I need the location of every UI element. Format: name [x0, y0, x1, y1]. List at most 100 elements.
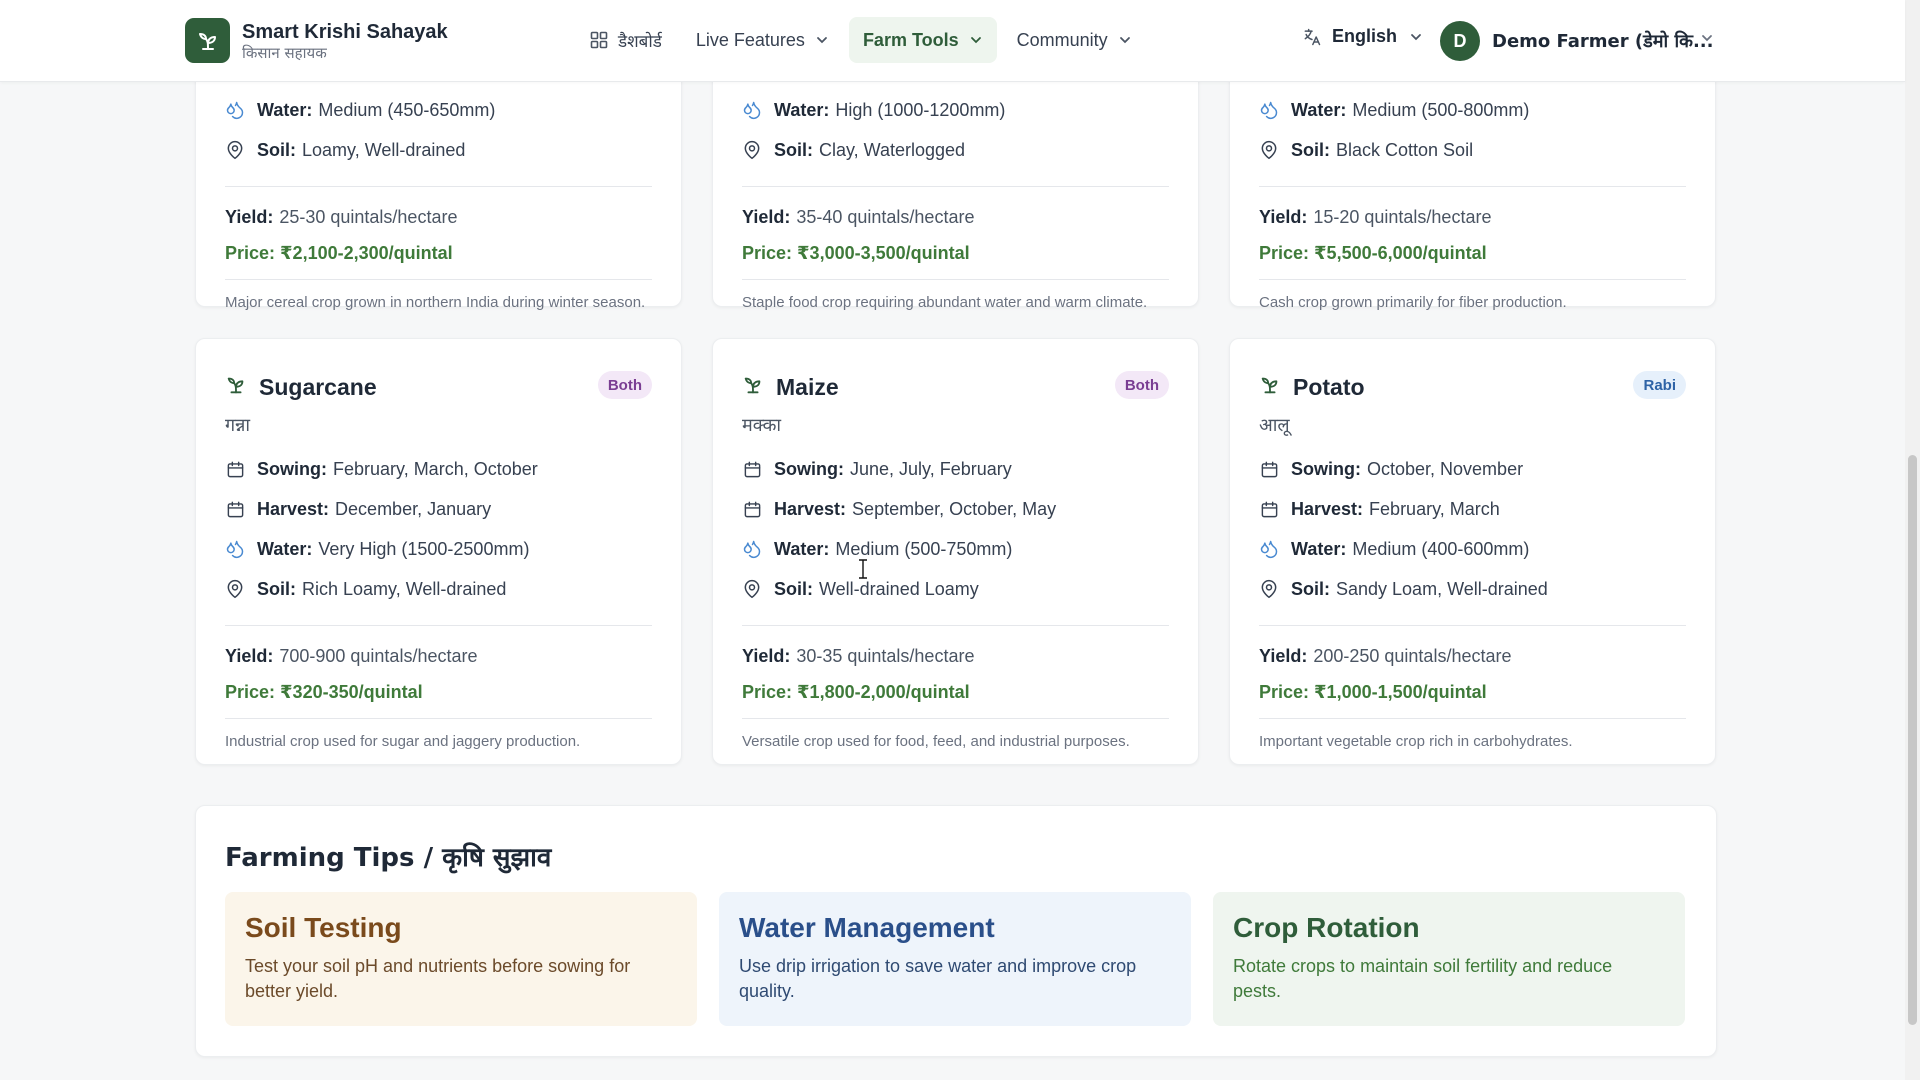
sowing-value: June, July, February	[850, 458, 1012, 479]
divider	[742, 186, 1169, 187]
water-label: Water:	[1291, 538, 1347, 559]
soil-label: Soil:	[257, 578, 296, 599]
nav-farm-tools[interactable]: Farm Tools	[848, 17, 997, 63]
tip-card-crop-rotation: Crop Rotation Rotate crops to maintain s…	[1213, 892, 1685, 1026]
yield-value: 35-40 quintals/hectare	[796, 206, 975, 227]
calendar-icon	[742, 459, 762, 479]
soil-value: Sandy Loam, Well-drained	[1336, 578, 1548, 599]
divider	[1259, 186, 1686, 187]
soil-label: Soil:	[774, 139, 813, 160]
user-menu[interactable]: D Demo Farmer (डेमो कि...	[1440, 21, 1713, 61]
map-pin-icon	[1259, 579, 1279, 599]
brand-title: Smart Krishi Sahayak	[242, 20, 448, 43]
sowing-label: Sowing:	[774, 458, 844, 479]
chevron-down-icon[interactable]	[1700, 31, 1714, 45]
yield-label: Yield:	[225, 206, 274, 227]
price: Price: ₹3,000-3,500/quintal	[742, 242, 970, 263]
sowing-row: Sowing: October, November	[1259, 449, 1686, 489]
brand-subtitle: किसान सहायक	[242, 43, 327, 62]
sowing-label: Sowing:	[257, 458, 327, 479]
tip-title: Soil Testing	[245, 912, 402, 943]
crop-hindi-name: आलू	[1259, 415, 1290, 436]
price: Price: ₹5,500-6,000/quintal	[1259, 242, 1487, 263]
divider	[742, 625, 1169, 626]
tip-card-water-management: Water Management Use drip irrigation to …	[719, 892, 1191, 1026]
sowing-value: February, March, October	[333, 458, 538, 479]
yield-value: 25-30 quintals/hectare	[279, 206, 458, 227]
soil-label: Soil:	[774, 578, 813, 599]
water-row: Water: Medium (500-750mm)	[742, 529, 1169, 569]
top-navbar: Smart Krishi Sahayak किसान सहायक डैशबोर्…	[0, 0, 1905, 82]
soil-label: Soil:	[1291, 139, 1330, 160]
yield-value: 700-900 quintals/hectare	[279, 645, 478, 666]
soil-value: Rich Loamy, Well-drained	[302, 578, 507, 599]
water-label: Water:	[257, 538, 313, 559]
map-pin-icon	[742, 140, 762, 160]
farming-tips-section: Farming Tips / कृषि सुझाव Soil Testing T…	[195, 805, 1717, 1057]
crop-description: Important vegetable crop rich in carbohy…	[1259, 732, 1573, 750]
soil-value: Loamy, Well-drained	[302, 139, 466, 160]
language-selector[interactable]: English	[1302, 26, 1423, 47]
water-row: Water: Medium (450-650mm)	[225, 90, 652, 130]
nav-dashboard-label: डैशबोर्ड	[618, 31, 662, 52]
soil-value: Well-drained Loamy	[819, 578, 979, 599]
nav-community[interactable]: Community	[1003, 17, 1146, 63]
sowing-label: Sowing:	[1291, 458, 1361, 479]
harvest-label: Harvest:	[257, 498, 330, 519]
price: Price: ₹2,100-2,300/quintal	[225, 242, 453, 263]
droplets-icon	[742, 539, 762, 559]
brand[interactable]: Smart Krishi Sahayak किसान सहायक	[185, 18, 448, 63]
nav-live-features[interactable]: Live Features	[682, 17, 843, 63]
price: Price: ₹1,000-1,500/quintal	[1259, 681, 1487, 702]
sowing-row: Sowing: June, July, February	[742, 449, 1169, 489]
tip-title: Water Management	[739, 912, 995, 943]
yield: Yield: 15-20 quintals/hectare	[1259, 199, 1686, 235]
water-row: Water: Medium (400-600mm)	[1259, 529, 1686, 569]
language-label: English	[1332, 26, 1398, 46]
droplets-icon	[1259, 539, 1279, 559]
scrollbar-thumb[interactable]	[1908, 455, 1917, 1025]
water-row: Water: Very High (1500-2500mm)	[225, 529, 652, 569]
price: Price: ₹1,800-2,000/quintal	[742, 681, 970, 702]
water-label: Water:	[257, 99, 313, 120]
sowing-row: Sowing: February, March, October	[225, 449, 652, 489]
chevron-down-icon	[1118, 33, 1132, 47]
nav-dashboard[interactable]: डैशबोर्ड	[576, 17, 676, 63]
sprout-icon	[742, 374, 764, 401]
sprout-icon	[1259, 374, 1281, 401]
soil-value: Clay, Waterlogged	[819, 139, 966, 160]
harvest-label: Harvest:	[774, 498, 847, 519]
water-value: High (1000-1200mm)	[835, 99, 1006, 120]
water-value: Medium (500-800mm)	[1352, 99, 1530, 120]
sprout-icon	[185, 18, 230, 63]
soil-row: Soil: Loamy, Well-drained	[225, 130, 652, 170]
divider	[225, 186, 652, 187]
text-cursor-icon	[857, 559, 869, 584]
chevron-down-icon	[1409, 30, 1423, 44]
tip-text: Rotate crops to maintain soil fertility …	[1233, 956, 1613, 1001]
yield-value: 15-20 quintals/hectare	[1313, 206, 1492, 227]
crop-card-potato: Rabi Potato आलू Sowing: October, November…	[1229, 338, 1716, 765]
crop-description: Versatile crop used for food, feed, and …	[742, 732, 1130, 750]
chevron-down-icon	[815, 33, 829, 47]
harvest-row: Harvest: February, March	[1259, 489, 1686, 529]
price: Price: ₹320-350/quintal	[225, 681, 423, 702]
yield-value: 200-250 quintals/hectare	[1313, 645, 1512, 666]
water-label: Water:	[774, 538, 830, 559]
harvest-row: Harvest: September, October, May	[742, 489, 1169, 529]
sprout-icon	[225, 374, 247, 401]
water-row: Water: Medium (500-800mm)	[1259, 90, 1686, 130]
calendar-icon	[1259, 499, 1279, 519]
crop-hindi-name: मक्का	[742, 415, 782, 436]
droplets-icon	[742, 100, 762, 120]
harvest-value: December, January	[335, 498, 492, 519]
yield-label: Yield:	[225, 645, 274, 666]
map-pin-icon	[225, 579, 245, 599]
harvest-label: Harvest:	[1291, 498, 1364, 519]
droplets-icon	[1259, 100, 1279, 120]
nav-live-features-label: Live Features	[695, 29, 805, 50]
crop-card-maize: Both Maize मक्का Sowing: June, July, Febr…	[712, 338, 1199, 765]
vertical-scrollbar[interactable]	[1905, 0, 1920, 1080]
dashboard-icon	[590, 31, 608, 49]
crop-description: Cash crop grown primarily for fiber prod…	[1259, 293, 1567, 311]
